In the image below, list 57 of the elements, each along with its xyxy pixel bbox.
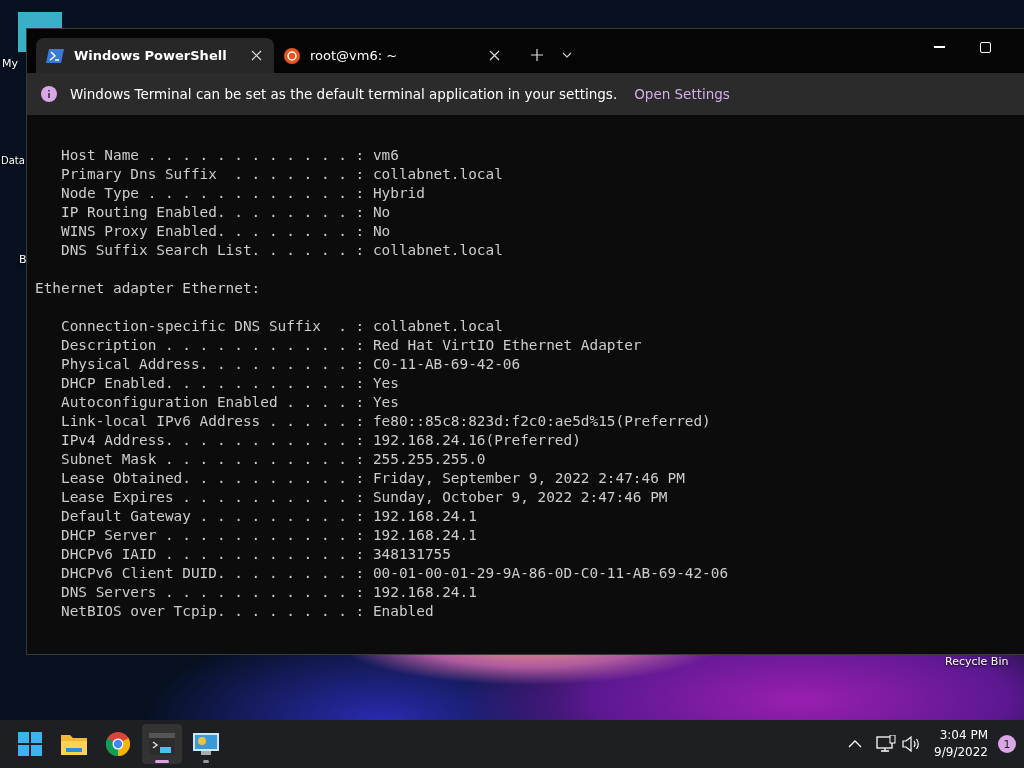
terminal-line: DHCPv6 Client DUID. . . . . . . . : 00-01-00-01-29-9A-86-0D-C0-11-AB-69-42-06 — [60, 564, 730, 583]
terminal-line: DNS Suffix Search List. . . . . . : collabnet.local — [60, 241, 504, 260]
network-icon[interactable] — [876, 735, 897, 753]
taskbar-app-button[interactable] — [142, 724, 182, 764]
clock-time: 3:04 PM — [939, 727, 988, 744]
tab-title: root@vm6: ~ — [310, 48, 399, 63]
terminal-line: Subnet Mask . . . . . . . . . . . : 255.255.255.0 — [60, 450, 487, 469]
terminal-line: Default Gateway . . . . . . . . . : 192.168.24.1 — [60, 507, 478, 526]
terminal-line: Node Type . . . . . . . . . . . . : Hybrid — [60, 184, 426, 203]
terminal-line: DNS Servers . . . . . . . . . . . : 192.168.24.1 — [60, 583, 478, 602]
terminal-line: IP Routing Enabled. . . . . . . . : No — [60, 203, 392, 222]
desktop-icon-label[interactable]: B — [19, 253, 27, 266]
open-settings-link[interactable]: Open Settings — [634, 86, 730, 102]
terminal-line: DHCP Server . . . . . . . . . . . : 192.168.24.1 — [60, 526, 478, 545]
clock-date: 9/9/2022 — [934, 744, 988, 761]
running-indicator — [155, 760, 169, 763]
terminal-line: DHCP Enabled. . . . . . . . . . . : Yes — [60, 374, 400, 393]
terminal-line: Link-local IPv6 Address . . . . . : fe80::85c8:823d:f2c0:ae5d%15(Preferred) — [60, 412, 712, 431]
terminal-line: DHCPv6 IAID . . . . . . . . . . . : 348131755 — [60, 545, 452, 564]
terminal-line: Description . . . . . . . . . . . : Red Hat VirtIO Ethernet Adapter — [60, 336, 643, 355]
info-icon — [41, 86, 57, 102]
info-message: Windows Terminal can be set as the default terminal application in your settings. — [70, 86, 618, 102]
terminal-line: Lease Expires . . . . . . . . . . : Sunday, October 9, 2022 2:47:46 PM — [60, 488, 669, 507]
terminal-line: WINS Proxy Enabled. . . . . . . . : No — [60, 222, 392, 241]
notification-badge[interactable]: 1 — [998, 735, 1016, 753]
chevron-up-icon[interactable] — [848, 740, 863, 748]
browser-icon — [106, 732, 130, 756]
terminal-icon — [149, 733, 175, 755]
terminal-line: Connection-specific DNS Suffix . : collabnet.local — [60, 317, 504, 336]
monitor-icon — [193, 733, 219, 755]
close-icon[interactable] — [489, 50, 500, 61]
terminal-tab[interactable]: Windows PowerShell — [36, 38, 274, 73]
clock[interactable]: 3:04 PM 9/9/2022 — [934, 727, 988, 761]
terminal-tab[interactable]: root@vm6: ~ — [274, 38, 512, 73]
maximize-icon — [979, 41, 991, 53]
terminal-prompt-icon — [46, 48, 64, 63]
tab-title: Windows PowerShell — [74, 48, 228, 63]
chevron-down-icon — [562, 52, 572, 58]
folder-icon — [61, 733, 87, 755]
terminal-line: Ethernet adapter Ethernet: — [35, 279, 262, 298]
desktop-icon-label[interactable]: My — [2, 57, 18, 70]
desktop-icon-label[interactable]: Recycle Bin — [945, 655, 1009, 668]
circle-logo-icon — [284, 47, 300, 64]
close-icon[interactable] — [251, 50, 262, 61]
terminal-line: Autoconfiguration Enabled . . . . : Yes — [60, 393, 400, 412]
windows-logo-icon — [18, 732, 42, 756]
terminal-line: IPv4 Address. . . . . . . . . . . : 192.168.24.16(Preferred) — [60, 431, 582, 450]
terminal-line: Host Name . . . . . . . . . . . . : vm6 — [60, 146, 400, 165]
running-indicator — [203, 760, 209, 763]
terminal-line: Lease Obtained. . . . . . . . . . : Friday, September 9, 2022 2:47:46 PM — [60, 469, 686, 488]
terminal-line: Physical Address. . . . . . . . . : C0-11-AB-69-42-06 — [60, 355, 522, 374]
volume-icon[interactable] — [902, 736, 921, 752]
plus-icon — [531, 49, 543, 61]
terminal-line: Primary Dns Suffix . . . . . . . : collabnet.local — [60, 165, 504, 184]
minimize-icon — [933, 46, 945, 48]
terminal-line: NetBIOS over Tcpip. . . . . . . . : Enabled — [60, 602, 435, 621]
desktop-icon-label[interactable]: Data — [1, 155, 25, 166]
